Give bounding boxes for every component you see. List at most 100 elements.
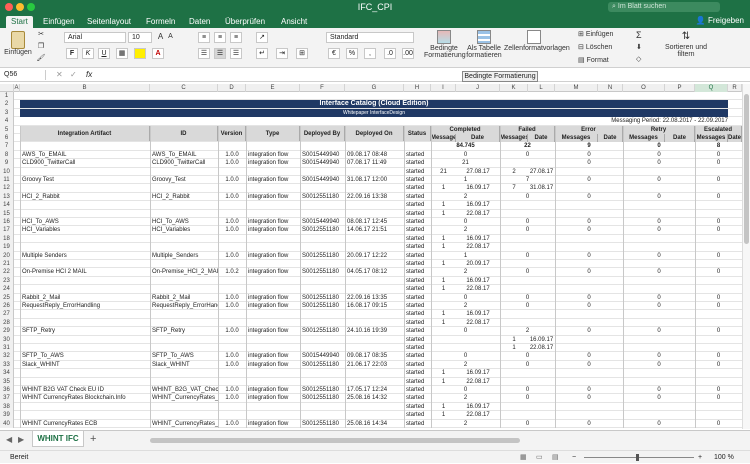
cell-failed-messages[interactable]: 1 xyxy=(500,344,528,352)
grow-font-icon[interactable]: A xyxy=(156,32,165,41)
cell-status[interactable]: started xyxy=(404,226,431,234)
cell-version[interactable]: 1.0.0 xyxy=(218,151,246,159)
column-header-h[interactable]: H xyxy=(404,84,431,92)
row-number[interactable]: 21 xyxy=(0,260,14,269)
cell-completed-messages[interactable]: 21 xyxy=(431,168,456,176)
cell-status[interactable]: started xyxy=(404,277,431,285)
borders-icon[interactable]: ▦ xyxy=(116,48,128,59)
cell-failed-date[interactable]: 22.08.17 xyxy=(528,344,555,352)
cell-id[interactable]: Groovy_Test xyxy=(150,176,218,184)
cell-type[interactable]: integration flow xyxy=(246,352,300,360)
cell-artifact[interactable]: HCI_2_Rabbit xyxy=(20,193,150,201)
cell-id[interactable]: SFTP_To_AWS xyxy=(150,352,218,360)
cell-deployed-on[interactable]: 22.09.16 13:38 xyxy=(345,193,404,201)
cell-status[interactable]: started xyxy=(404,243,431,251)
row-number[interactable]: 6 xyxy=(0,134,14,143)
cell-artifact[interactable]: Rabbit_2_Mail xyxy=(20,294,150,302)
zoom-slider[interactable] xyxy=(584,454,694,461)
copy-icon[interactable]: ❐ xyxy=(36,42,46,50)
next-sheet-icon[interactable]: ▶ xyxy=(18,435,24,444)
cell-artifact[interactable]: AWS_To_EMAIL xyxy=(20,151,150,159)
cell-completed-messages[interactable]: 1 xyxy=(431,210,456,218)
fill-icon[interactable]: ⬇ xyxy=(636,43,642,51)
font-size-select[interactable]: 10 xyxy=(128,32,152,43)
select-all-corner[interactable] xyxy=(0,84,14,92)
row-number[interactable]: 38 xyxy=(0,402,14,412)
row-number[interactable]: 22 xyxy=(0,268,14,277)
cell-status[interactable]: started xyxy=(404,394,431,402)
cell-status[interactable]: started xyxy=(404,268,431,276)
cell-deployed-by[interactable]: S0015449940 xyxy=(300,218,345,226)
cell-deployed-by[interactable]: S0015449940 xyxy=(300,176,345,184)
cell-completed-messages[interactable]: 1 xyxy=(431,285,456,293)
cell-type[interactable]: integration flow xyxy=(246,252,300,260)
cell-completed-date[interactable]: 16.09.17 xyxy=(456,277,500,285)
cell-deployed-on[interactable]: 25.08.16 14:32 xyxy=(345,394,404,402)
formula-input[interactable] xyxy=(100,70,740,80)
cell-artifact[interactable]: Groovy Test xyxy=(20,176,150,184)
cell-deployed-by[interactable]: S0012551180 xyxy=(300,302,345,310)
cell-completed-messages[interactable]: 1 xyxy=(431,369,456,377)
row-number[interactable]: 2 xyxy=(0,100,14,109)
row-number[interactable]: 5 xyxy=(0,125,14,134)
column-header-k[interactable]: K xyxy=(500,84,528,92)
row-number[interactable]: 9 xyxy=(0,159,14,168)
cell-version[interactable]: 1.0.0 xyxy=(218,352,246,360)
cell-type[interactable]: integration flow xyxy=(246,361,300,369)
cell-failed-date[interactable]: 31.08.17 xyxy=(528,184,555,192)
cell-completed-date[interactable]: 22.08.17 xyxy=(456,285,500,293)
row-number[interactable]: 8 xyxy=(0,150,14,160)
format-cells-button[interactable]: ▤ Format xyxy=(578,56,609,64)
delete-cells-button[interactable]: ⊟ Löschen xyxy=(578,43,612,51)
cell-completed-messages[interactable]: 1 xyxy=(431,243,456,251)
increase-decimal-icon[interactable]: .0 xyxy=(384,48,396,59)
cell-id[interactable]: AWS_To_EMAIL xyxy=(150,151,218,159)
cell-status[interactable]: started xyxy=(404,151,431,159)
cell-version[interactable]: 1.0.0 xyxy=(218,361,246,369)
cell-type[interactable]: integration flow xyxy=(246,176,300,184)
cell-completed-date[interactable]: 16.09.17 xyxy=(456,403,500,411)
cell-deployed-on[interactable]: 31.08.17 12:00 xyxy=(345,176,404,184)
column-header-r[interactable]: R xyxy=(728,84,742,92)
cell-id[interactable]: WHINT_B2G_VAT_Check xyxy=(150,386,218,394)
cell-status[interactable]: started xyxy=(404,411,431,419)
cell-completed-messages[interactable]: 1 xyxy=(431,378,456,386)
cell-artifact[interactable]: HCI_Variables xyxy=(20,226,150,234)
cell-completed-messages[interactable]: 1 xyxy=(431,235,456,243)
cell-deployed-on[interactable]: 24.10.16 19:39 xyxy=(345,327,404,335)
cell-artifact[interactable]: CLD900_TwitterCall xyxy=(20,159,150,167)
cell-deployed-by[interactable]: S0015449940 xyxy=(300,352,345,360)
cell-version[interactable]: 1.0.0 xyxy=(218,252,246,260)
row-number[interactable]: 17 xyxy=(0,226,14,235)
indent-icon[interactable]: ⇥ xyxy=(276,48,288,59)
row-number[interactable]: 39 xyxy=(0,411,14,420)
currency-icon[interactable]: € xyxy=(328,48,340,59)
cut-icon[interactable]: ✂ xyxy=(36,30,46,38)
cell-completed-date[interactable]: 16.09.17 xyxy=(456,201,500,209)
cell-completed-date[interactable]: 16.09.17 xyxy=(456,369,500,377)
cell-completed-messages[interactable]: 1 xyxy=(431,411,456,419)
zoom-out-icon[interactable]: − xyxy=(572,451,576,464)
share-button[interactable]: 👤 Freigeben xyxy=(696,15,744,27)
cell-completed-date[interactable]: 22.08.17 xyxy=(456,243,500,251)
column-header-l[interactable]: L xyxy=(528,84,555,92)
fill-color-icon[interactable] xyxy=(134,48,146,59)
sort-filter-button[interactable]: ⇅ Sortieren und filtern xyxy=(662,30,710,58)
cell-completed-messages[interactable]: 1 xyxy=(431,260,456,268)
vertical-scrollbar[interactable] xyxy=(742,84,750,429)
cell-deployed-on[interactable]: 17.05.17 12:24 xyxy=(345,386,404,394)
scrollbar-thumb[interactable] xyxy=(744,94,749,244)
cell-type[interactable]: integration flow xyxy=(246,420,300,428)
cell-type[interactable]: integration flow xyxy=(246,394,300,402)
cell-type[interactable]: integration flow xyxy=(246,268,300,276)
cell-status[interactable]: started xyxy=(404,310,431,318)
cell-id[interactable]: On-Premise_HCI_2_MAIL xyxy=(150,268,218,276)
cell-type[interactable]: integration flow xyxy=(246,294,300,302)
row-number[interactable]: 40 xyxy=(0,419,14,428)
cell-id[interactable]: HCI_Variables xyxy=(150,226,218,234)
tab-formeln[interactable]: Formeln xyxy=(141,16,180,28)
column-header-i[interactable]: I xyxy=(431,84,456,92)
row-number[interactable]: 28 xyxy=(0,318,14,328)
cell-version[interactable]: 1.0.0 xyxy=(218,159,246,167)
row-number[interactable]: 24 xyxy=(0,285,14,294)
